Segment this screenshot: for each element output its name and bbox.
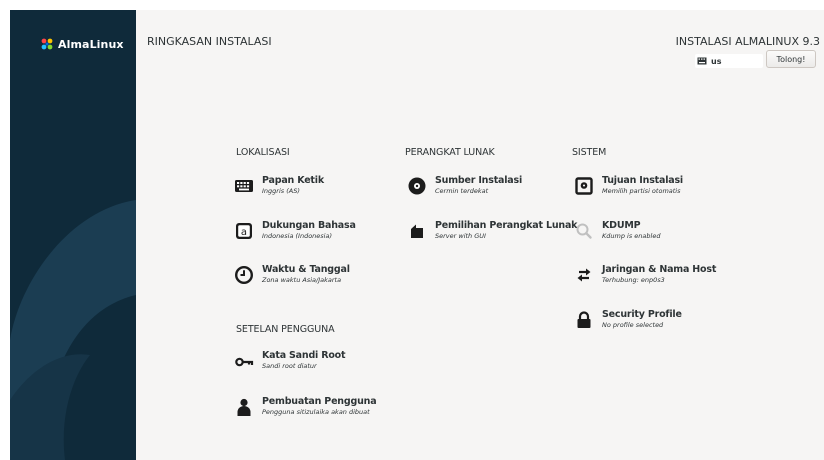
spoke-security-status: No profile selected	[602, 321, 664, 329]
category-software: PERANGKAT LUNAK	[405, 147, 495, 158]
spoke-destination-name: Tujuan Instalasi	[602, 175, 683, 186]
spoke-kdump[interactable]: KDUMP Kdump is enabled	[572, 220, 660, 242]
spoke-user-name: Pembuatan Pengguna	[262, 396, 377, 407]
spoke-time-name: Waktu & Tanggal	[262, 264, 350, 275]
hard-disk-icon	[572, 175, 596, 197]
keyboard-spoke-icon	[232, 175, 256, 197]
spoke-keyboard-name: Papan Ketik	[262, 175, 324, 186]
clock-icon	[232, 264, 256, 286]
spoke-source-name: Sumber Instalasi	[435, 175, 523, 186]
spoke-language-status: Indonesia (Indonesia)	[262, 232, 333, 240]
sidebar-decoration	[10, 200, 136, 460]
spoke-security-profile[interactable]: Security Profile No profile selected	[572, 309, 682, 331]
network-arrows-icon	[572, 264, 596, 286]
package-icon	[405, 220, 429, 242]
spoke-user-creation[interactable]: Pembuatan Pengguna Pengguna sitizulaika …	[232, 396, 377, 418]
installer-window: AlmaLinux RINGKASAN INSTALASI INSTALASI …	[10, 10, 824, 460]
product-title: INSTALASI ALMALINUX 9.3	[675, 35, 820, 48]
spoke-network-status: Terhubung: enp0s3	[602, 276, 665, 284]
almalinux-logo-icon	[41, 38, 53, 50]
page-title: RINGKASAN INSTALASI	[147, 35, 272, 48]
spoke-root-password[interactable]: Kata Sandi Root Sandi root diatur	[232, 350, 346, 372]
logo-text: AlmaLinux	[58, 37, 124, 51]
spoke-software-selection[interactable]: Pemilihan Perangkat Lunak Server with GU…	[405, 220, 577, 242]
spoke-destination-status: Memilih partisi otomatis	[602, 187, 681, 195]
spoke-time-date[interactable]: Waktu & Tanggal Zona waktu Asia/Jakarta	[232, 264, 350, 286]
search-icon	[572, 220, 596, 242]
spoke-installation-destination[interactable]: Tujuan Instalasi Memilih partisi otomati…	[572, 175, 683, 197]
keyboard-layout-label: us	[711, 56, 722, 66]
spoke-security-name: Security Profile	[602, 309, 682, 320]
spoke-language-support[interactable]: a Dukungan Bahasa Indonesia (Indonesia)	[232, 220, 356, 242]
spoke-kdump-name: KDUMP	[602, 220, 641, 231]
disc-icon	[405, 175, 429, 197]
spoke-network-hostname[interactable]: Jaringan & Nama Host Terhubung: enp0s3	[572, 264, 716, 286]
spoke-keyboard[interactable]: Papan Ketik Inggris (AS)	[232, 175, 324, 197]
spoke-software-name: Pemilihan Perangkat Lunak	[435, 220, 578, 231]
spoke-source-status: Cermin terdekat	[435, 187, 489, 195]
spoke-installation-source[interactable]: Sumber Instalasi Cermin terdekat	[405, 175, 522, 197]
spoke-software-status: Server with GUI	[435, 232, 486, 240]
spoke-keyboard-status: Inggris (AS)	[262, 187, 300, 195]
spoke-kdump-status: Kdump is enabled	[602, 232, 661, 240]
language-icon: a	[232, 220, 256, 242]
spoke-language-name: Dukungan Bahasa	[262, 220, 356, 231]
keyboard-icon	[697, 57, 707, 65]
keyboard-layout-indicator[interactable]: us	[695, 54, 763, 68]
spoke-root-name: Kata Sandi Root	[262, 350, 346, 361]
user-icon	[232, 396, 256, 418]
category-system: SISTEM	[572, 147, 607, 158]
spoke-root-status: Sandi root diatur	[262, 362, 317, 370]
spoke-time-status: Zona waktu Asia/Jakarta	[262, 276, 342, 284]
svg-text:a: a	[241, 227, 247, 238]
spoke-user-status: Pengguna sitizulaika akan dibuat	[262, 408, 370, 416]
lock-icon	[572, 309, 596, 331]
category-localization: LOKALISASI	[236, 147, 290, 158]
spoke-network-name: Jaringan & Nama Host	[602, 264, 717, 275]
category-user-settings: SETELAN PENGGUNA	[236, 324, 335, 335]
almalinux-logo: AlmaLinux	[40, 37, 124, 51]
help-button[interactable]: Tolong!	[766, 50, 816, 68]
key-icon	[232, 350, 256, 372]
sidebar: AlmaLinux	[10, 10, 136, 460]
